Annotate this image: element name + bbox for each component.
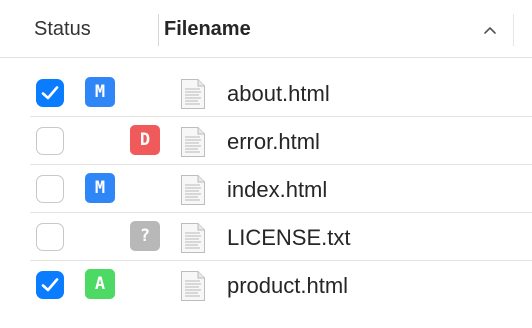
- column-divider-end: [513, 14, 514, 46]
- stage-checkbox-checked[interactable]: [36, 271, 64, 299]
- status-badge: M: [85, 173, 115, 203]
- stage-checkbox-unchecked[interactable]: [36, 175, 64, 203]
- file-status-panel: Status Filename M about.html D error.htm…: [0, 0, 532, 328]
- row-divider: [30, 212, 532, 213]
- sort-chevron-up-icon[interactable]: [478, 18, 502, 42]
- table-header: Status Filename: [0, 0, 532, 58]
- status-badge: A: [85, 269, 115, 299]
- file-row[interactable]: D error.html: [0, 118, 532, 165]
- file-row[interactable]: A product.html: [0, 262, 532, 309]
- document-icon: [180, 174, 206, 206]
- status-badge: M: [85, 77, 115, 107]
- file-row[interactable]: M index.html: [0, 166, 532, 213]
- checkmark-icon: [41, 278, 59, 292]
- stage-checkbox-unchecked[interactable]: [36, 223, 64, 251]
- checkmark-icon: [41, 86, 59, 100]
- row-divider: [30, 260, 532, 261]
- document-icon: [180, 126, 206, 158]
- status-badge: ?: [130, 221, 160, 251]
- filename-column-header[interactable]: Filename: [164, 18, 251, 41]
- file-name: error.html: [227, 129, 320, 154]
- file-row[interactable]: ? LICENSE.txt: [0, 214, 532, 261]
- file-name: index.html: [227, 177, 328, 202]
- file-name: about.html: [227, 81, 330, 106]
- stage-checkbox-unchecked[interactable]: [36, 127, 64, 155]
- column-divider[interactable]: [158, 14, 159, 46]
- status-column-header[interactable]: Status: [34, 18, 91, 41]
- row-divider: [30, 116, 532, 117]
- document-icon: [180, 222, 206, 254]
- document-icon: [180, 78, 206, 110]
- document-icon: [180, 270, 206, 302]
- status-badge: D: [130, 125, 160, 155]
- row-divider: [30, 164, 532, 165]
- file-name: product.html: [227, 273, 349, 298]
- file-name: LICENSE.txt: [227, 225, 351, 250]
- stage-checkbox-checked[interactable]: [36, 79, 64, 107]
- file-row[interactable]: M about.html: [0, 70, 532, 117]
